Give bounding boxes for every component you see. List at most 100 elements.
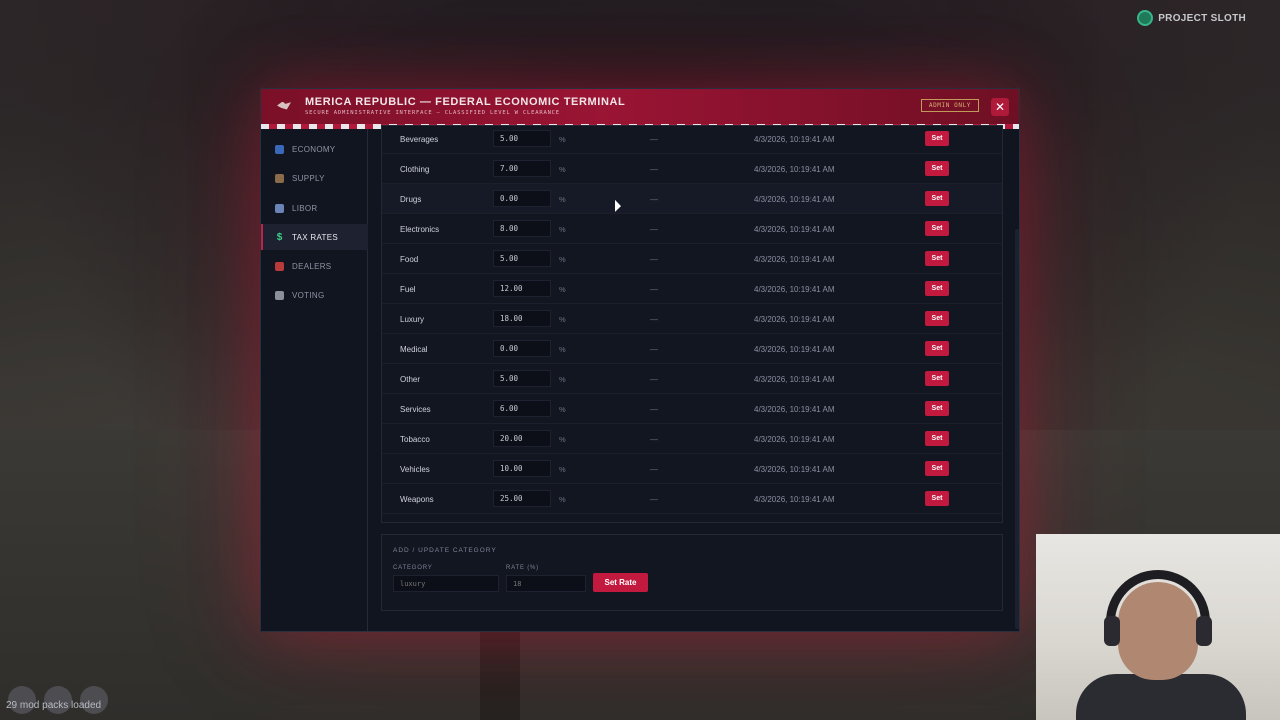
streamer-shirt: [1076, 674, 1246, 720]
eagle-icon: [275, 100, 293, 114]
category-name: Drugs: [400, 195, 422, 204]
percent-unit: %: [559, 315, 566, 324]
sidebar-item-supply[interactable]: SUPPLY: [261, 165, 368, 191]
percent-unit: %: [559, 495, 566, 504]
updated-timestamp: 4/3/2026, 10:19:41 AM: [754, 225, 835, 234]
updated-timestamp: 4/3/2026, 10:19:41 AM: [754, 195, 835, 204]
table-row: Other 5.00% — 4/3/2026, 10:19:41 AM Set: [382, 364, 1002, 394]
rate-value-input[interactable]: 10.00: [493, 460, 551, 477]
rate-input[interactable]: [506, 575, 586, 592]
table-row: Fuel 12.00% — 4/3/2026, 10:19:41 AM Set: [382, 274, 1002, 304]
brand-name: PROJECT SLOTH: [1158, 12, 1246, 24]
set-button[interactable]: Set: [925, 251, 949, 266]
rate-field-label: RATE (%): [506, 565, 539, 571]
tax-rates-panel: Beverages 5.00% —4/3/2026, 10:19:41 AM Set C…: [368, 125, 1019, 631]
add-update-category-form: ADD / UPDATE CATEGORY CATEGORY RATE (%) …: [381, 534, 1003, 611]
category-name: Beverages: [400, 135, 439, 144]
table-row: Food 5.00% — 4/3/2026, 10:19:41 AM Set: [382, 244, 1002, 274]
category-name: Food: [400, 255, 419, 264]
rate-value-input[interactable]: 0.00: [493, 190, 551, 207]
updated-timestamp: 4/3/2026, 10:19:41 AM: [754, 315, 835, 324]
webcam-overlay: [1036, 534, 1280, 720]
percent-unit: %: [559, 135, 566, 144]
rate-value-input[interactable]: 5.00: [493, 130, 551, 147]
percent-unit: %: [559, 195, 566, 204]
rate-value-input[interactable]: 8.00: [493, 220, 551, 237]
category-name: Clothing: [400, 165, 430, 174]
sidebar-item-libor[interactable]: LIBOR: [261, 195, 368, 221]
set-button[interactable]: Set: [925, 341, 949, 356]
previous-rate: —: [650, 435, 658, 444]
category-field-label: CATEGORY: [393, 565, 433, 571]
rate-value-input[interactable]: 6.00: [493, 400, 551, 417]
set-button[interactable]: Set: [925, 491, 949, 506]
rate-value-input[interactable]: 5.00: [493, 370, 551, 387]
table-row: Weapons 25.00% — 4/3/2026, 10:19:41 AM Set: [382, 484, 1002, 514]
set-button[interactable]: Set: [925, 401, 949, 416]
sidebar-item-economy[interactable]: ECONOMY: [261, 136, 368, 162]
set-button[interactable]: Set: [925, 311, 949, 326]
background-trunk: [480, 620, 520, 720]
rate-value-input[interactable]: 25.00: [493, 490, 551, 507]
dollar-icon: $: [276, 231, 283, 243]
set-button[interactable]: Set: [925, 131, 949, 146]
previous-rate: —: [650, 195, 658, 204]
form-title: ADD / UPDATE CATEGORY: [393, 547, 497, 554]
category-name: Weapons: [400, 495, 434, 504]
sidebar-item-label: LIBOR: [292, 203, 318, 213]
sidebar-item-label: SUPPLY: [292, 173, 325, 183]
terminal-header: MERICA REPUBLIC — FEDERAL ECONOMIC TERMI…: [261, 89, 1019, 124]
category-name: Other: [400, 375, 421, 384]
rate-value-input[interactable]: 7.00: [493, 160, 551, 177]
updated-timestamp: 4/3/2026, 10:19:41 AM: [754, 345, 835, 354]
category-name: Fuel: [400, 285, 416, 294]
rate-value-input[interactable]: 20.00: [493, 430, 551, 447]
previous-rate: —: [650, 375, 658, 384]
rate-value-input[interactable]: 18.00: [493, 310, 551, 327]
set-rate-button[interactable]: Set Rate: [593, 573, 648, 592]
percent-unit: %: [559, 165, 566, 174]
updated-timestamp: 4/3/2026, 10:19:41 AM: [754, 375, 835, 384]
updated-timestamp: 4/3/2026, 10:19:41 AM: [754, 165, 835, 174]
updated-timestamp: 4/3/2026, 10:19:41 AM: [754, 465, 835, 474]
percent-unit: %: [559, 345, 566, 354]
percent-unit: %: [559, 255, 566, 264]
set-button[interactable]: Set: [925, 431, 949, 446]
set-button[interactable]: Set: [925, 461, 949, 476]
headset-ear-right: [1196, 616, 1212, 646]
close-button[interactable]: ✕: [991, 98, 1009, 116]
headset-ear-left: [1104, 616, 1120, 646]
ballot-icon: [275, 290, 284, 300]
category-input[interactable]: [393, 575, 499, 592]
sidebar-item-label: TAX RATES: [292, 232, 338, 242]
sidebar-item-voting[interactable]: VOTING: [261, 282, 368, 308]
table-row: Medical 0.00% — 4/3/2026, 10:19:41 AM Set: [382, 334, 1002, 364]
updated-timestamp: 4/3/2026, 10:19:41 AM: [754, 285, 835, 294]
economic-terminal-window: MERICA REPUBLIC — FEDERAL ECONOMIC TERMI…: [260, 88, 1020, 632]
set-button[interactable]: Set: [925, 281, 949, 296]
previous-rate: —: [650, 255, 658, 264]
rate-value-input[interactable]: 5.00: [493, 250, 551, 267]
sidebar-item-dealers[interactable]: DEALERS: [261, 253, 368, 279]
set-button[interactable]: Set: [925, 371, 949, 386]
mod-packs-status: 29 mod packs loaded: [6, 700, 102, 711]
scrollbar[interactable]: [1015, 229, 1019, 629]
factory-icon: [275, 173, 284, 183]
set-button[interactable]: Set: [925, 221, 949, 236]
percent-unit: %: [559, 405, 566, 414]
previous-rate: —: [650, 165, 658, 174]
mouse-cursor-icon: [615, 199, 621, 215]
previous-rate: —: [650, 135, 658, 144]
sloth-logo-icon: [1137, 10, 1154, 26]
rate-value-input[interactable]: 0.00: [493, 340, 551, 357]
previous-rate: —: [650, 405, 658, 414]
car-icon: [275, 261, 284, 271]
table-row: Clothing 7.00% — 4/3/2026, 10:19:41 AM Set: [382, 154, 1002, 184]
set-button[interactable]: Set: [925, 191, 949, 206]
headset-icon: [1106, 570, 1210, 636]
chart-icon: [275, 144, 284, 154]
rate-value-input[interactable]: 12.00: [493, 280, 551, 297]
set-button[interactable]: Set: [925, 161, 949, 176]
sidebar-item-tax-rates[interactable]: $ TAX RATES: [261, 224, 368, 250]
percent-unit: %: [559, 465, 566, 474]
